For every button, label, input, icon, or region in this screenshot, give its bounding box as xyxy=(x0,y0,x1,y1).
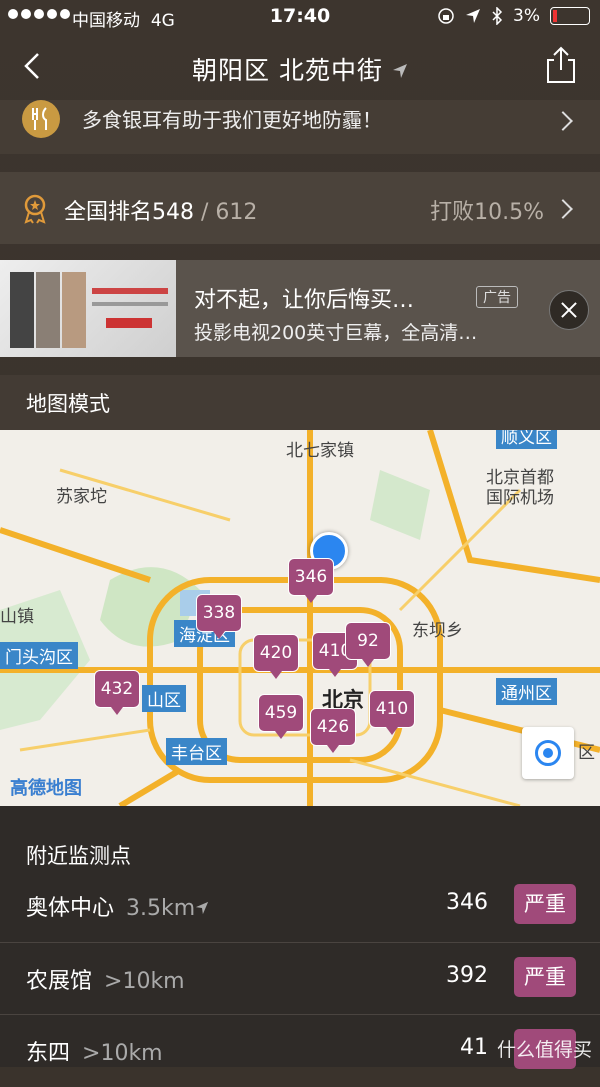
watermark: 什么值得买 xyxy=(496,1039,592,1061)
status-badge: 严重 xyxy=(514,884,576,924)
locate-me-button[interactable] xyxy=(522,727,574,779)
map-view[interactable]: 北七家镇 苏家坨 北京首都 国际机场 东坝乡 山镇 北京 顺义区 海淀区 门头沟… xyxy=(0,430,600,806)
station-name: 东四 xyxy=(26,1041,71,1066)
page-title[interactable]: 朝阳区 北苑中街 xyxy=(0,51,600,87)
aqi-marker[interactable]: 92 xyxy=(345,622,391,667)
list-item[interactable]: 农展馆 >10km 392 严重 xyxy=(0,942,600,1015)
aqi-marker[interactable]: 432 xyxy=(94,670,140,715)
tip-icon xyxy=(22,100,60,138)
map-brand-logo: 高德地图 xyxy=(10,778,82,799)
share-icon[interactable] xyxy=(544,46,578,84)
status-bar: 中国移动 4G 17:40 3% xyxy=(0,0,600,34)
station-distance: 3.5km xyxy=(126,896,196,921)
national-rank-row[interactable]: 全国排名548 / 612 打败10.5% xyxy=(0,172,600,244)
status-right: 3% xyxy=(437,6,590,26)
district-label: 丰台区 xyxy=(166,738,227,765)
aqi-marker[interactable]: 410 xyxy=(369,690,415,735)
rank-label: 全国排名548 / 612 xyxy=(64,200,258,225)
district-label: 顺义区 xyxy=(496,430,557,449)
map-section-header: 地图模式 xyxy=(0,375,600,430)
map-label: 苏家坨 xyxy=(56,487,107,507)
location-arrow-icon xyxy=(466,9,481,23)
district-label: 通州区 xyxy=(496,678,557,705)
lock-rotation-icon xyxy=(438,8,454,24)
nav-bar: 朝阳区 北苑中街 xyxy=(0,34,600,100)
station-aqi: 392 xyxy=(446,963,488,988)
close-icon[interactable] xyxy=(549,290,589,330)
map-label: 区 xyxy=(578,743,595,763)
bluetooth-icon xyxy=(492,7,503,25)
ad-tag: 广告 xyxy=(476,286,518,308)
nearby-stations: 附近监测点 奥体中心 3.5km 346 严重 农展馆 >10km 392 严重 东… xyxy=(0,806,600,1069)
station-distance: >10km xyxy=(82,1041,163,1066)
aqi-marker[interactable]: 426 xyxy=(310,708,356,753)
aqi-marker[interactable]: 346 xyxy=(288,558,334,603)
rank-beat: 打败10.5% xyxy=(430,200,544,225)
battery-percent: 3% xyxy=(513,6,540,26)
aqi-marker[interactable]: 338 xyxy=(196,594,242,639)
ad-image xyxy=(0,260,176,357)
district-label: 门头沟区 xyxy=(0,642,78,669)
status-badge: 严重 xyxy=(514,957,576,997)
aqi-marker[interactable]: 420 xyxy=(253,634,299,679)
location-arrow-icon xyxy=(196,901,209,915)
medal-icon xyxy=(24,194,46,224)
ad-banner[interactable]: 对不起，让你后悔买… 广告 投影电视200英寸巨幕，全高清… xyxy=(0,260,600,357)
ad-title: 对不起，让你后悔买… xyxy=(194,288,415,313)
map-label: 东坝乡 xyxy=(412,621,463,641)
nearby-title: 附近监测点 xyxy=(26,844,131,868)
map-label: 北七家镇 xyxy=(286,441,354,461)
location-arrow-icon xyxy=(392,64,407,78)
tip-text: 多食银耳有助于我们更好地防霾！ xyxy=(82,108,382,132)
station-aqi: 346 xyxy=(446,890,488,915)
ad-subtitle: 投影电视200英寸巨幕，全高清… xyxy=(194,322,478,344)
station-name: 农展馆 xyxy=(26,969,93,994)
district-label: 山区 xyxy=(142,685,186,712)
station-aqi: 41 xyxy=(460,1035,488,1060)
station-distance: >10km xyxy=(104,969,185,994)
health-tip-row[interactable]: 多食银耳有助于我们更好地防霾！ xyxy=(0,100,600,154)
chevron-right-icon xyxy=(553,199,573,219)
battery-icon xyxy=(550,7,590,25)
aqi-marker[interactable]: 459 xyxy=(258,694,304,739)
list-item[interactable]: 奥体中心 3.5km 346 严重 xyxy=(0,870,600,942)
station-name: 奥体中心 xyxy=(26,896,115,921)
map-label: 山镇 xyxy=(0,607,34,627)
chevron-right-icon xyxy=(553,111,573,131)
map-label: 北京首都 国际机场 xyxy=(486,468,554,508)
